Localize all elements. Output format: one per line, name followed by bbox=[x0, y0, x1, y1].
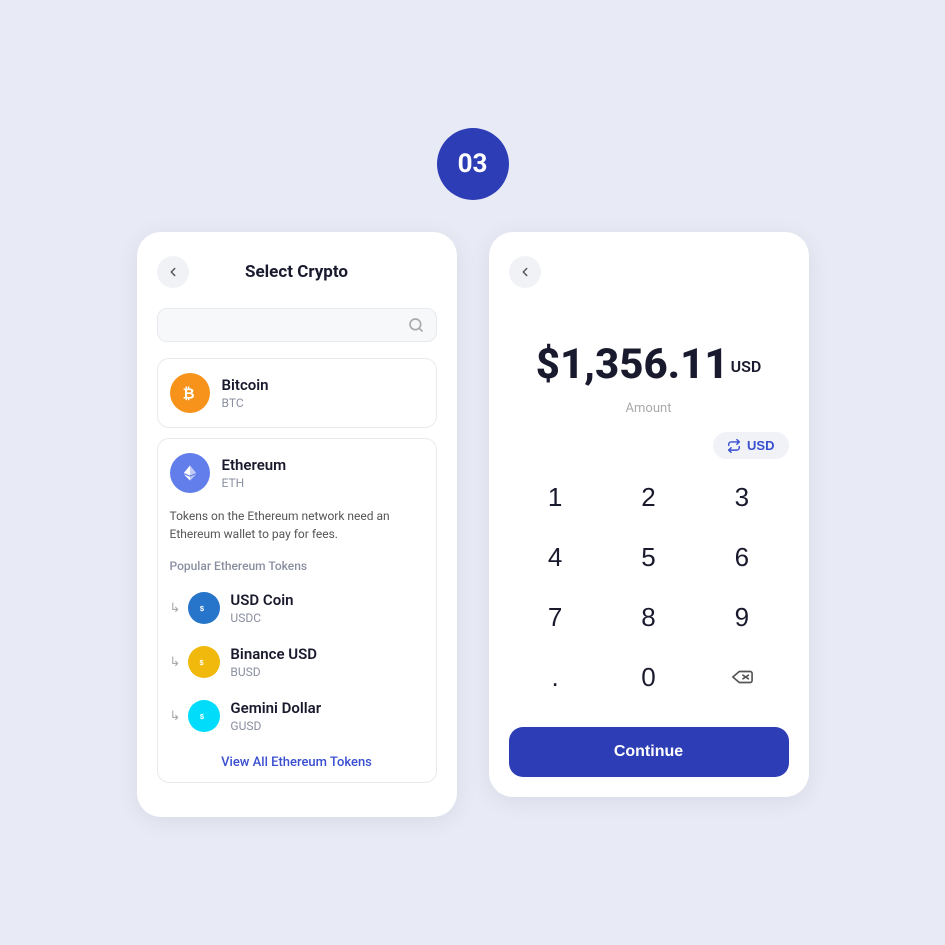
key-3[interactable]: 3 bbox=[695, 467, 788, 527]
popular-tokens-label: Popular Ethereum Tokens bbox=[158, 553, 436, 581]
numpad: 1 2 3 4 5 6 7 8 9 . 0 bbox=[509, 467, 789, 707]
right-back-icon bbox=[518, 265, 532, 279]
usdc-name: USD Coin bbox=[230, 591, 293, 609]
gusd-icon: $ bbox=[188, 700, 220, 732]
back-icon bbox=[166, 265, 180, 279]
sub-arrow-busd: ↳ bbox=[170, 655, 181, 670]
ethereum-note: Tokens on the Ethereum network need an E… bbox=[158, 507, 436, 553]
search-icon bbox=[408, 317, 424, 333]
panel-header: Select Crypto bbox=[157, 256, 437, 288]
bitcoin-item[interactable]: ₿ Bitcoin BTC bbox=[157, 358, 437, 428]
usdc-info: USD Coin USDC bbox=[230, 591, 293, 625]
key-dot[interactable]: . bbox=[509, 647, 602, 707]
gusd-ticker: GUSD bbox=[230, 719, 321, 733]
ethereum-section: Ethereum ETH Tokens on the Ethereum netw… bbox=[157, 438, 437, 783]
search-box bbox=[157, 308, 437, 342]
continue-button[interactable]: Continue bbox=[509, 727, 789, 777]
key-7[interactable]: 7 bbox=[509, 587, 602, 647]
key-5[interactable]: 5 bbox=[602, 527, 695, 587]
gusd-name: Gemini Dollar bbox=[230, 699, 321, 717]
panels-container: Select Crypto ₿ Bitcoin BTC bbox=[137, 232, 809, 817]
ethereum-item[interactable]: Ethereum ETH bbox=[158, 439, 436, 507]
busd-symbol: $ bbox=[195, 653, 213, 671]
busd-token-item[interactable]: ↳ $ Binance USD BUSD bbox=[158, 635, 436, 689]
step-badge: 03 bbox=[437, 128, 509, 200]
svg-text:₿: ₿ bbox=[182, 387, 194, 403]
currency-toggle-row: USD bbox=[509, 432, 789, 459]
ethereum-name: Ethereum bbox=[222, 456, 287, 474]
swap-icon bbox=[727, 439, 741, 453]
key-delete[interactable] bbox=[695, 647, 788, 707]
bitcoin-ticker: BTC bbox=[222, 396, 269, 410]
gusd-info: Gemini Dollar GUSD bbox=[230, 699, 321, 733]
usdc-token-item[interactable]: ↳ $ USD Coin USDC bbox=[158, 581, 436, 635]
bitcoin-info: Bitcoin BTC bbox=[222, 376, 269, 410]
gusd-token-item[interactable]: ↳ $ Gemini Dollar GUSD bbox=[158, 689, 436, 743]
gusd-symbol: $ bbox=[195, 707, 213, 725]
key-4[interactable]: 4 bbox=[509, 527, 602, 587]
busd-ticker: BUSD bbox=[230, 665, 317, 679]
ethereum-ticker: ETH bbox=[222, 476, 287, 490]
amount-value: $1,356.11 bbox=[536, 340, 729, 389]
amount-label: Amount bbox=[509, 401, 789, 416]
eth-symbol bbox=[180, 463, 200, 483]
bitcoin-name: Bitcoin bbox=[222, 376, 269, 394]
usdc-ticker: USDC bbox=[230, 611, 293, 625]
busd-info: Binance USD BUSD bbox=[230, 645, 317, 679]
key-6[interactable]: 6 bbox=[695, 527, 788, 587]
view-all-ethereum-link[interactable]: View All Ethereum Tokens bbox=[158, 743, 436, 782]
select-crypto-panel: Select Crypto ₿ Bitcoin BTC bbox=[137, 232, 457, 817]
busd-icon: $ bbox=[188, 646, 220, 678]
ethereum-icon bbox=[170, 453, 210, 493]
key-2[interactable]: 2 bbox=[602, 467, 695, 527]
bitcoin-icon: ₿ bbox=[170, 373, 210, 413]
sub-arrow-gusd: ↳ bbox=[170, 709, 181, 724]
panel-title: Select Crypto bbox=[245, 262, 348, 282]
key-8[interactable]: 8 bbox=[602, 587, 695, 647]
delete-icon bbox=[731, 668, 753, 686]
currency-toggle-button[interactable]: USD bbox=[713, 432, 788, 459]
amount-currency-code: USD bbox=[731, 357, 762, 376]
key-9[interactable]: 9 bbox=[695, 587, 788, 647]
step-number: 03 bbox=[458, 149, 488, 179]
ethereum-info: Ethereum ETH bbox=[222, 456, 287, 490]
back-button[interactable] bbox=[157, 256, 189, 288]
search-input[interactable] bbox=[170, 317, 408, 333]
sub-arrow-usdc: ↳ bbox=[170, 601, 181, 616]
currency-toggle-label: USD bbox=[747, 438, 774, 453]
right-panel-header bbox=[509, 256, 789, 288]
amount-panel: $1,356.11USD Amount USD 1 2 3 4 5 6 7 8 bbox=[489, 232, 809, 797]
right-back-button[interactable] bbox=[509, 256, 541, 288]
amount-display: $1,356.11USD bbox=[509, 308, 789, 397]
key-1[interactable]: 1 bbox=[509, 467, 602, 527]
usdc-icon: $ bbox=[188, 592, 220, 624]
busd-name: Binance USD bbox=[230, 645, 317, 663]
key-0[interactable]: 0 bbox=[602, 647, 695, 707]
usdc-symbol: $ bbox=[195, 599, 213, 617]
btc-symbol: ₿ bbox=[179, 382, 201, 404]
